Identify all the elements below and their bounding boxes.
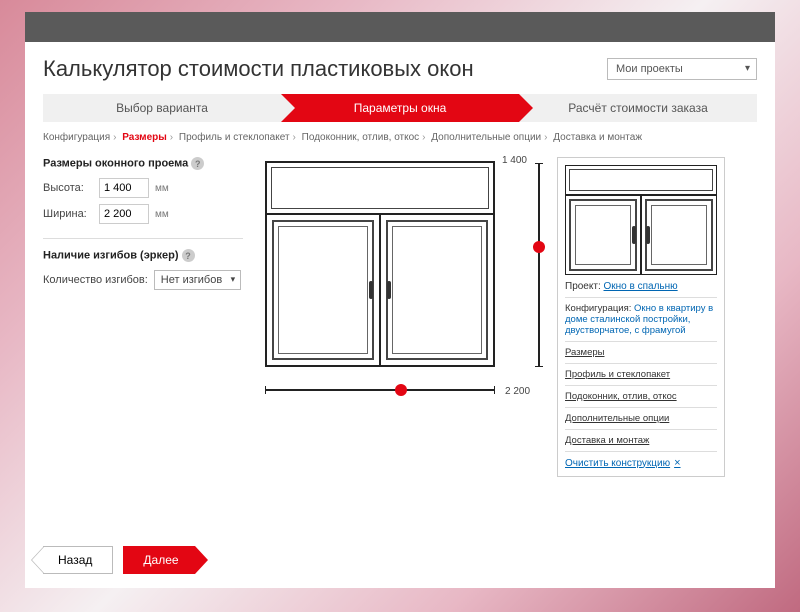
bends-count-label: Количество изгибов: bbox=[43, 274, 148, 286]
side-sizes[interactable]: Размеры bbox=[565, 347, 604, 358]
crumb-config[interactable]: Конфигурация bbox=[43, 132, 110, 143]
page-title: Калькулятор стоимости пластиковых окон bbox=[43, 56, 474, 82]
crumb-profile[interactable]: Профиль и стеклопакет bbox=[179, 132, 290, 143]
side-delivery[interactable]: Доставка и монтаж bbox=[565, 435, 649, 446]
project-sidebar: Проект: Окно в спальню Конфигурация: Окн… bbox=[557, 157, 725, 477]
help-icon[interactable]: ? bbox=[182, 249, 195, 262]
breadcrumb: Конфигурация› Размеры› Профиль и стеклоп… bbox=[43, 132, 757, 143]
window-preview bbox=[565, 165, 717, 275]
crumb-delivery[interactable]: Доставка и монтаж bbox=[553, 132, 642, 143]
height-slider[interactable] bbox=[538, 163, 540, 367]
dimension-height: 1 400 bbox=[502, 155, 527, 166]
height-input[interactable] bbox=[99, 178, 149, 198]
back-button[interactable]: Назад bbox=[43, 546, 113, 574]
width-slider[interactable] bbox=[265, 389, 495, 391]
slider-thumb[interactable] bbox=[395, 384, 407, 396]
close-icon: × bbox=[674, 457, 680, 469]
width-unit: мм bbox=[155, 209, 169, 220]
project-name-row: Проект: Окно в спальню bbox=[565, 281, 717, 292]
clear-construction[interactable]: Очистить конструкцию× bbox=[565, 451, 717, 469]
browser-chrome bbox=[25, 12, 775, 42]
calculator-panel: Калькулятор стоимости пластиковых окон М… bbox=[25, 42, 775, 588]
window-drawing bbox=[265, 161, 495, 367]
project-name-link[interactable]: Окно в спальню bbox=[604, 281, 678, 292]
side-options[interactable]: Дополнительные опции bbox=[565, 413, 669, 424]
dimension-width: 2 200 bbox=[505, 386, 530, 397]
crumb-sizes[interactable]: Размеры bbox=[122, 132, 167, 143]
opening-title: Размеры оконного проема? bbox=[43, 157, 243, 170]
crumb-options[interactable]: Дополнительные опции bbox=[431, 132, 541, 143]
width-input[interactable] bbox=[99, 204, 149, 224]
handle-icon bbox=[387, 281, 391, 299]
wizard-steps: Выбор варианта Параметры окна Расчёт сто… bbox=[43, 94, 757, 122]
step-cost[interactable]: Расчёт стоимости заказа bbox=[519, 94, 757, 122]
next-button[interactable]: Далее bbox=[123, 546, 194, 574]
slider-thumb[interactable] bbox=[533, 241, 545, 253]
handle-icon bbox=[369, 281, 373, 299]
width-label: Ширина: bbox=[43, 208, 93, 220]
bends-select[interactable]: Нет изгибов bbox=[154, 270, 241, 290]
step-params[interactable]: Параметры окна bbox=[281, 94, 519, 122]
side-sill[interactable]: Подоконник, отлив, откос bbox=[565, 391, 677, 402]
height-label: Высота: bbox=[43, 182, 93, 194]
bends-title: Наличие изгибов (эркер)? bbox=[43, 249, 243, 262]
params-column: Размеры оконного проема? Высота: мм Шири… bbox=[43, 157, 243, 477]
projects-dropdown[interactable]: Мои проекты bbox=[607, 58, 757, 80]
help-icon[interactable]: ? bbox=[191, 157, 204, 170]
drawing-column: 1 400 2 200 bbox=[255, 157, 545, 427]
step-choice[interactable]: Выбор варианта bbox=[43, 94, 281, 122]
height-unit: мм bbox=[155, 183, 169, 194]
crumb-sill[interactable]: Подоконник, отлив, откос bbox=[302, 132, 420, 143]
side-profile[interactable]: Профиль и стеклопакет bbox=[565, 369, 670, 380]
